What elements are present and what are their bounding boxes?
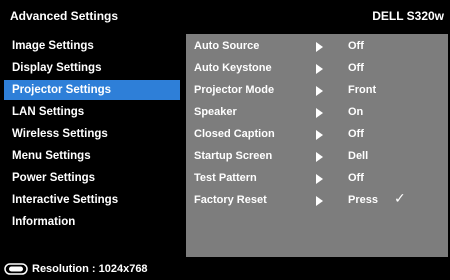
projector-model: DELL S320w	[372, 9, 444, 23]
resolution-text: Resolution : 1024x768	[32, 263, 148, 275]
menu-header: Advanced Settings DELL S320w	[0, 0, 450, 34]
right-arrow-icon	[316, 86, 323, 96]
setting-row-auto-source[interactable]: Auto Source Off	[186, 36, 448, 58]
status-bar: Resolution : 1024x768	[0, 258, 450, 280]
sidebar-item-display-settings[interactable]: Display Settings	[4, 58, 180, 78]
right-arrow-icon	[316, 174, 323, 184]
sidebar-item-information[interactable]: Information	[4, 212, 180, 232]
sidebar-item-power-settings[interactable]: Power Settings	[4, 168, 180, 188]
setting-label: Projector Mode	[194, 84, 275, 96]
right-arrow-icon	[316, 130, 323, 140]
right-arrow-icon	[316, 152, 323, 162]
setting-value: Off	[348, 62, 364, 74]
setting-row-startup-screen[interactable]: Startup Screen Dell	[186, 146, 448, 168]
checkmark-icon: ✓	[394, 191, 406, 207]
setting-row-test-pattern[interactable]: Test Pattern Off	[186, 168, 448, 190]
sidebar-item-image-settings[interactable]: Image Settings	[4, 36, 180, 56]
right-arrow-icon	[316, 42, 323, 52]
setting-value: Front	[348, 84, 377, 96]
setting-row-speaker[interactable]: Speaker On	[186, 102, 448, 124]
sidebar-item-menu-settings[interactable]: Menu Settings	[4, 146, 180, 166]
sidebar-item-interactive-settings[interactable]: Interactive Settings	[4, 190, 180, 210]
setting-label: Closed Caption	[194, 128, 275, 140]
sidebar-item-lan-settings[interactable]: LAN Settings	[4, 102, 180, 122]
right-arrow-icon	[316, 64, 323, 74]
setting-value: On	[348, 106, 364, 118]
right-arrow-icon	[316, 196, 323, 206]
setting-value: Press	[348, 194, 378, 206]
sidebar-item-wireless-settings[interactable]: Wireless Settings	[4, 124, 180, 144]
setting-value: Off	[348, 172, 364, 184]
sidebar-item-projector-settings[interactable]: Projector Settings	[4, 80, 180, 100]
projector-settings-panel: Auto Source Off Auto Keystone Off Projec…	[186, 34, 448, 257]
setting-label: Speaker	[194, 106, 237, 118]
setting-label: Factory Reset	[194, 194, 267, 206]
setting-value: Dell	[348, 150, 369, 162]
setting-value: Off	[348, 40, 364, 52]
setting-row-closed-caption[interactable]: Closed Caption Off	[186, 124, 448, 146]
setting-row-auto-keystone[interactable]: Auto Keystone Off	[186, 58, 448, 80]
setting-label: Test Pattern	[194, 172, 257, 184]
setting-label: Auto Source	[194, 40, 260, 52]
setting-row-projector-mode[interactable]: Projector Mode Front	[186, 80, 448, 102]
right-arrow-icon	[316, 108, 323, 118]
settings-sidebar: Image Settings Display Settings Projecto…	[0, 34, 184, 257]
input-source-icon	[4, 263, 28, 275]
setting-label: Auto Keystone	[194, 62, 272, 74]
setting-value: Off	[348, 128, 364, 140]
setting-row-factory-reset[interactable]: Factory Reset Press ✓	[186, 190, 448, 212]
menu-title: Advanced Settings	[10, 9, 119, 23]
setting-label: Startup Screen	[194, 150, 273, 162]
